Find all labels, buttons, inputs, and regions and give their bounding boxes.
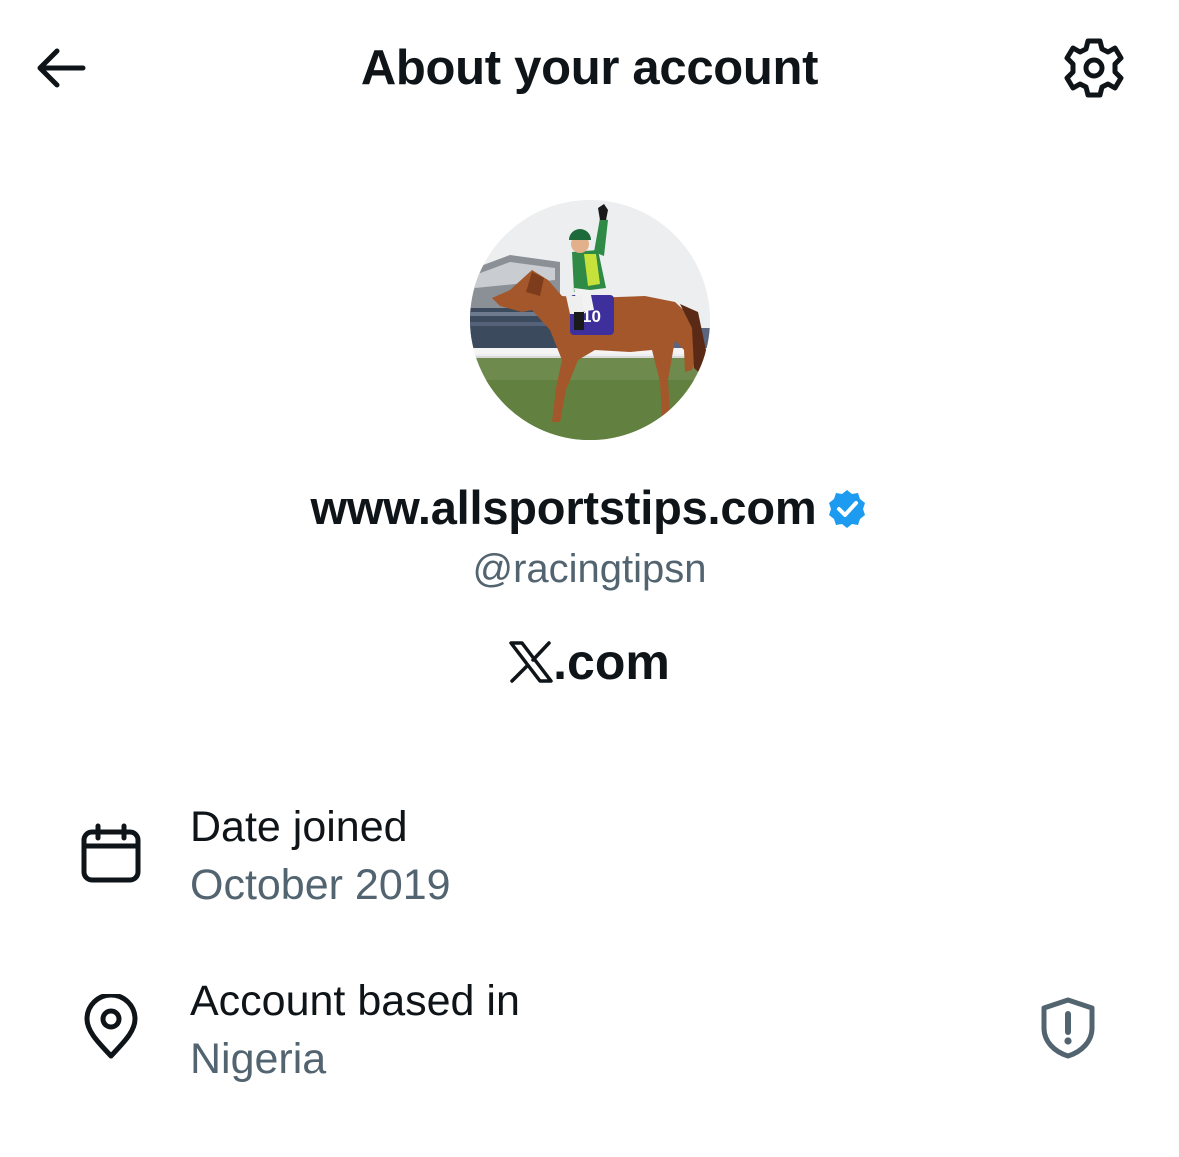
shield-alert-icon (1041, 997, 1095, 1059)
x-logo-icon (509, 641, 553, 683)
display-name: www.allsportstips.com (310, 481, 817, 534)
platform-domain: .com (0, 632, 1179, 692)
info-row-date-joined: Date joined October 2019 (0, 800, 1179, 920)
user-handle: @racingtipsn (472, 547, 707, 591)
info-value: Nigeria (190, 1035, 327, 1083)
display-name-row: www.allsportstips.com (0, 478, 1179, 538)
about-account-page: About your account 10 www.allsportstips.… (0, 0, 1179, 1157)
settings-button[interactable] (1056, 30, 1132, 106)
location-pin-icon (84, 994, 138, 1059)
verified-badge-icon (829, 490, 866, 528)
platform-domain-text: .com (553, 634, 670, 690)
info-row-account-location: Account based in Nigeria (0, 974, 1179, 1094)
calendar-icon (81, 823, 141, 883)
info-label: Date joined (190, 803, 408, 851)
gear-icon (1064, 38, 1124, 98)
location-info-button[interactable] (1034, 994, 1102, 1062)
profile-avatar[interactable]: 10 (470, 200, 710, 440)
info-value: October 2019 (190, 861, 451, 909)
info-label: Account based in (190, 977, 520, 1025)
avatar-image: 10 (470, 200, 710, 440)
page-title: About your account (360, 41, 819, 95)
